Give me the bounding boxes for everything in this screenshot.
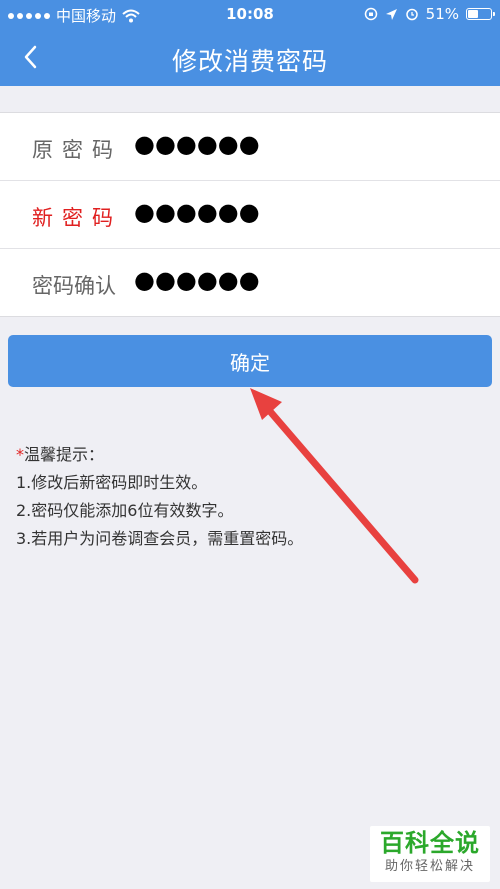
alarm-icon xyxy=(405,8,418,21)
tips-header: *温馨提示： xyxy=(16,441,303,469)
tips-asterisk: * xyxy=(16,445,24,464)
tips-section: *温馨提示： 1.修改后新密码即时生效。 2.密码仅能添加6位有效数字。 3.若… xyxy=(16,441,303,553)
password-form: 原密码 ●●●●●● 新密码 ●●●●●● 密码确认 ●●●●●● xyxy=(0,112,500,317)
tips-title: 温馨提示： xyxy=(24,445,105,464)
tip-item: 3.若用户为问卷调查会员，需重置密码。 xyxy=(16,529,304,548)
confirm-password-label: 密码确认 xyxy=(32,274,116,298)
battery-percent: 51% xyxy=(425,5,459,23)
tip-item: 2.密码仅能添加6位有效数字。 xyxy=(16,501,234,520)
watermark-subtitle: 助你轻松解决 xyxy=(384,859,475,874)
new-password-row[interactable]: 新密码 ●●●●●● xyxy=(0,181,500,249)
new-password-label: 新密码 xyxy=(32,206,122,230)
old-password-label: 原密码 xyxy=(32,138,122,162)
nav-bar: 修改消费密码 xyxy=(0,28,500,86)
page-title: 修改消费密码 xyxy=(171,47,328,76)
confirm-password-row[interactable]: 密码确认 ●●●●●● xyxy=(0,249,500,316)
watermark-title: 百科全说 xyxy=(380,829,480,857)
confirm-password-input[interactable]: ●●●●●● xyxy=(134,266,260,294)
orientation-lock-icon xyxy=(364,7,377,21)
old-password-input[interactable]: ●●●●●● xyxy=(134,130,260,158)
battery-fill xyxy=(468,10,478,18)
watermark-logo: 百科全说 助你轻松解决 xyxy=(370,826,490,882)
tip-item: 1.修改后新密码即时生效。 xyxy=(16,473,208,492)
old-password-row[interactable]: 原密码 ●●●●●● xyxy=(0,113,500,181)
status-right: 51% xyxy=(364,5,495,23)
status-bar: 中国移动 10:08 51% xyxy=(0,0,500,28)
location-arrow-icon xyxy=(385,8,397,20)
battery-icon xyxy=(466,8,495,20)
new-password-input[interactable]: ●●●●●● xyxy=(134,198,260,226)
confirm-button[interactable]: 确定 xyxy=(8,335,492,387)
